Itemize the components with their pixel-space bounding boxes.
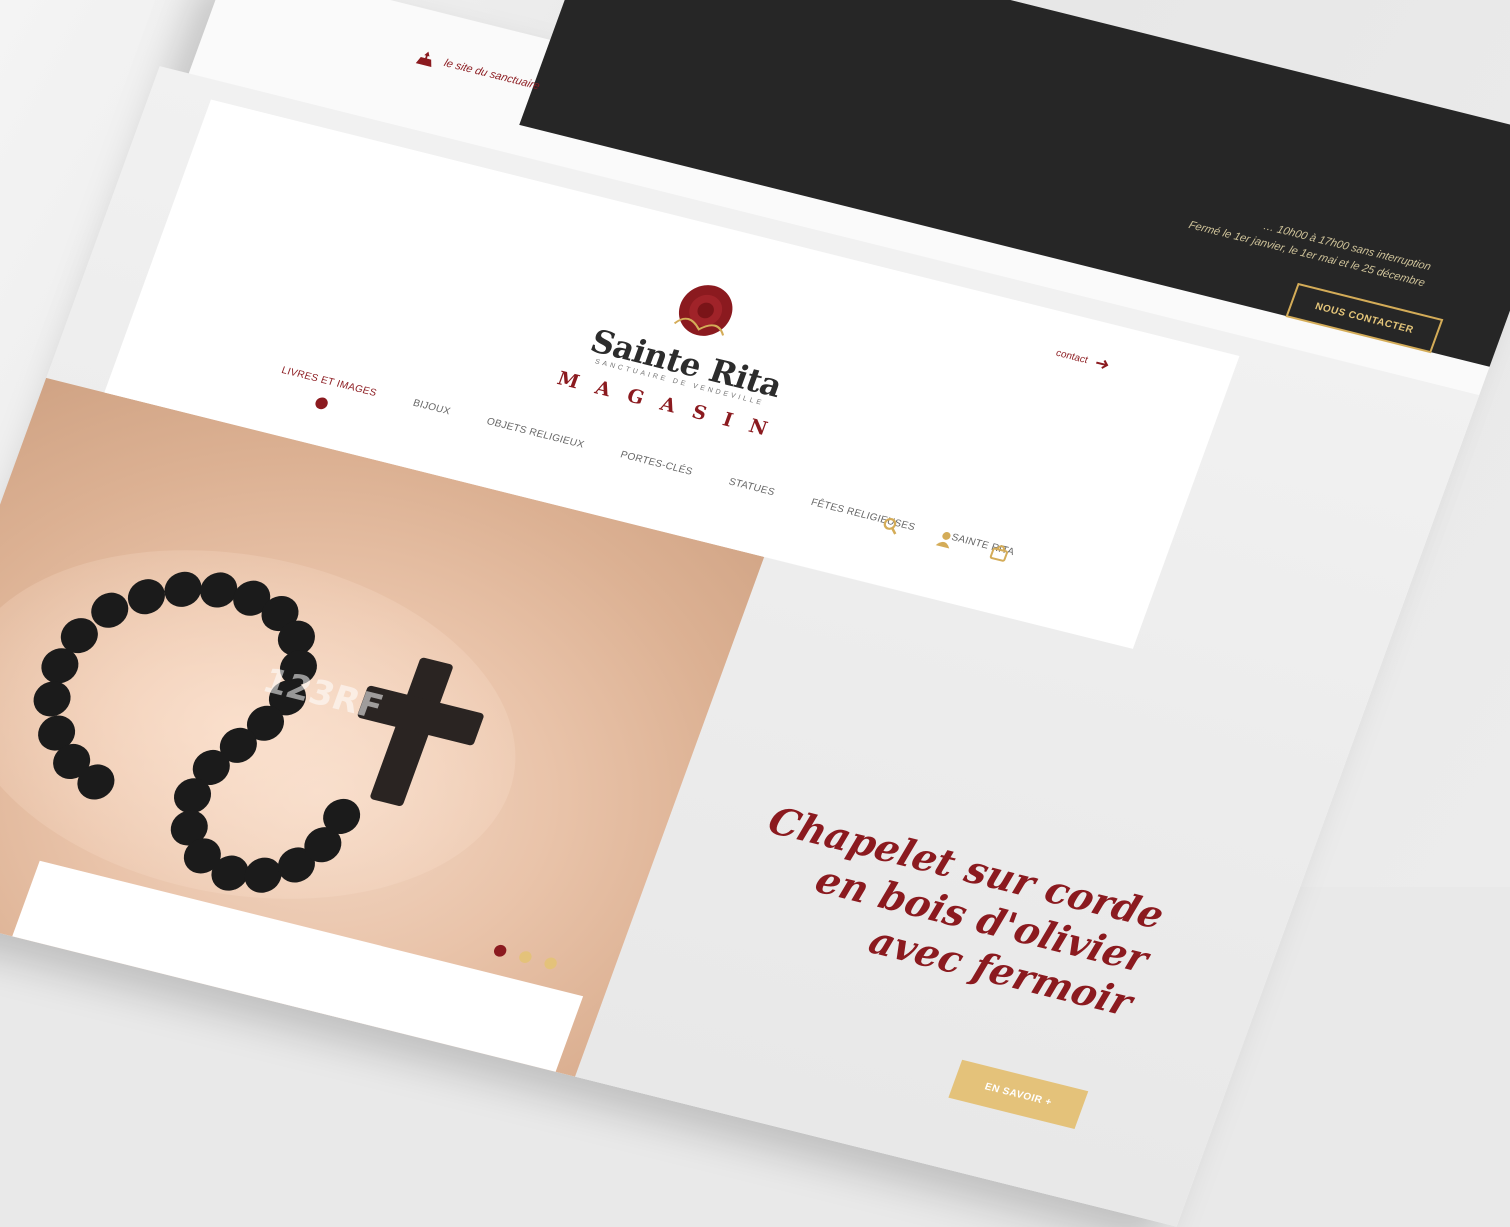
nav-item-livres-et-images[interactable]: LIVRES ET IMAGES [279,365,379,411]
nav-item-statues[interactable]: STATUES [727,477,776,499]
website-mockup: … 10h00 à 17h00 sans interruption Fermé … [0,0,1510,1227]
header-actions [879,515,1011,563]
contact-link[interactable]: contact [1054,347,1111,371]
active-indicator [313,396,330,411]
rose-icon [673,285,733,336]
contact-us-button[interactable]: NOUS CONTACTER [1285,282,1444,354]
opening-hours-line: … 10h00 à 17h00 sans interruption [1261,220,1433,274]
arrow-right-icon [1095,359,1109,369]
nav-item-objets-religieux[interactable]: OBJETS RELIGIEUX [485,416,586,451]
nav-label: OBJETS RELIGIEUX [484,416,586,451]
topbar-site-link[interactable]: le site du sanctuaire [415,49,543,95]
site-link-label: le site du sanctuaire [442,57,542,93]
account-icon[interactable] [933,529,957,550]
nav-item-portes-cles[interactable]: PORTES-CLÉS [619,449,694,477]
nav-label: PORTES-CLÉS [618,449,694,478]
sanctuary-icon [415,51,432,67]
nav-item-bijoux[interactable]: BIJOUX [411,398,452,418]
opening-hours: … 10h00 à 17h00 sans interruption Fermé … [1101,180,1433,292]
nav-label: LIVRES ET IMAGES [279,365,379,399]
cart-icon[interactable] [988,542,1012,563]
contact-link-label: contact [1054,347,1090,366]
nav-label: BIJOUX [411,397,452,418]
learn-more-button[interactable]: EN SAVOIR + [948,1059,1089,1130]
hero-headline: Chapelet sur corde en bois d'olivier ave… [715,794,1171,1026]
slider-dot-2[interactable] [517,949,534,965]
opening-hours-line: Fermé le 1er janvier, le 1er mai et le 2… [1186,219,1427,290]
slider-dot-1[interactable] [492,943,509,958]
nav-label: STATUES [727,476,777,499]
